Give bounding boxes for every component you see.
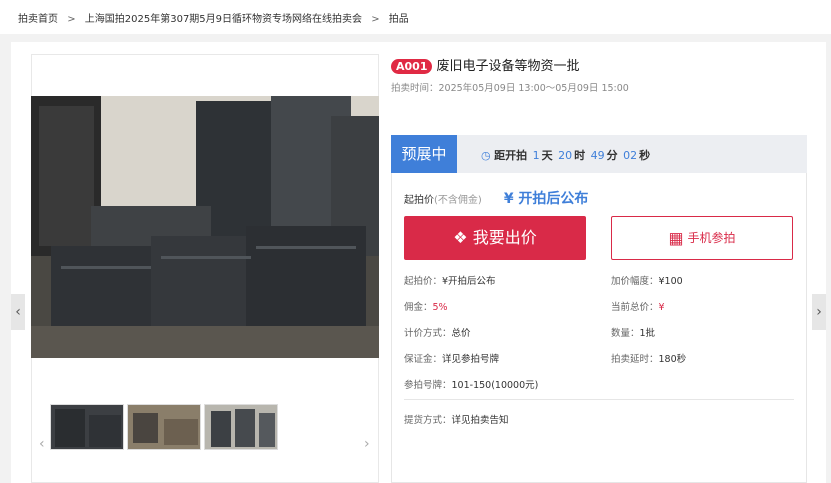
detail-commission: 佣金：5% — [404, 299, 448, 313]
detail-increment: 加价幅度：¥100 — [611, 273, 683, 287]
clock-icon: ◷ — [481, 149, 491, 162]
detail-value: 5% — [432, 302, 448, 313]
detail-key: 数量： — [611, 328, 640, 339]
breadcrumb-separator: > — [67, 14, 76, 25]
detail-value: 总价 — [451, 328, 471, 339]
detail-value: ¥开拍后公布 — [442, 276, 496, 287]
minutes-unit: 分 — [606, 149, 618, 162]
lot-number-badge: A001 — [391, 59, 433, 74]
detail-key: 起拍价： — [404, 276, 443, 287]
detail-key: 拍卖延时： — [611, 354, 659, 365]
thumbnail-2[interactable] — [127, 404, 201, 450]
hammer-icon: ❖ — [453, 228, 468, 247]
thumb-prev-icon[interactable]: ‹ — [39, 436, 45, 452]
breadcrumb-home[interactable]: 拍卖首页 — [18, 14, 58, 25]
bid-button-label: 我要出价 — [472, 228, 537, 247]
countdown-days: 1 — [532, 149, 540, 162]
start-price-value: ¥ 开拍后公布 — [503, 191, 589, 207]
detail-delay: 拍卖延时：180秒 — [611, 351, 686, 365]
detail-key: 当前总价： — [611, 302, 659, 313]
detail-value: ¥ — [658, 302, 665, 313]
mobile-bid-button[interactable]: ▦ 手机参拍 — [611, 216, 793, 260]
detail-value: 详见参拍号牌 — [442, 354, 500, 365]
countdown: ◷ 距开拍 1天 20 时 49 分 02 秒 — [481, 147, 650, 163]
detail-key: 佣金： — [404, 302, 433, 313]
start-price-label: 起拍价 — [404, 195, 434, 206]
detail-value: 1批 — [639, 328, 656, 339]
detail-value: 180秒 — [658, 354, 687, 365]
detail-start-price: 起拍价：¥开拍后公布 — [404, 273, 496, 287]
thumb-next-icon[interactable]: › — [364, 436, 370, 452]
breadcrumb-separator: > — [371, 14, 380, 25]
auction-time: 拍卖时间：2025年05月09日 13:00～05月09日 15:00 — [391, 83, 629, 94]
main-photo[interactable] — [31, 96, 379, 358]
detail-key: 参拍号牌： — [404, 380, 452, 391]
detail-pricing-method: 计价方式：总价 — [404, 325, 471, 339]
breadcrumb: 拍卖首页 > 上海国拍2025年第307期5月9日循环物资专场网络在线拍卖会 >… — [0, 0, 831, 34]
seconds-unit: 秒 — [639, 149, 651, 162]
hours-unit: 时 — [574, 149, 586, 162]
thumbnail-strip — [31, 404, 379, 454]
detail-value: 详见拍卖告知 — [451, 415, 509, 426]
breadcrumb-current: 拍品 — [388, 14, 409, 25]
detail-pickup: 提货方式：详见拍卖告知 — [404, 412, 509, 426]
detail-paddle: 参拍号牌：101-150(10000元) — [404, 377, 538, 391]
detail-key: 计价方式： — [404, 328, 452, 339]
lot-title: A001 废旧电子设备等物资一批 — [391, 55, 580, 74]
bid-button[interactable]: ❖ 我要出价 — [404, 216, 586, 260]
detail-value: ¥100 — [658, 276, 683, 287]
divider — [404, 399, 794, 400]
days-unit: 天 — [541, 149, 553, 162]
detail-value: 101-150(10000元) — [451, 380, 539, 391]
status-tag: 预展中 — [391, 135, 457, 173]
thumbnail-3[interactable] — [204, 404, 278, 450]
breadcrumb-auction[interactable]: 上海国拍2025年第307期5月9日循环物资专场网络在线拍卖会 — [85, 14, 362, 25]
status-bar: 预展中 ◷ 距开拍 1天 20 时 49 分 02 秒 — [391, 135, 807, 173]
detail-deposit: 保证金：详见参拍号牌 — [404, 351, 499, 365]
next-lot-button[interactable]: › — [812, 294, 826, 330]
start-price-sublabel: (不含佣金) — [434, 195, 482, 206]
countdown-hours: 20 — [558, 149, 573, 162]
detail-key: 保证金： — [404, 354, 443, 365]
prev-lot-button[interactable]: ‹ — [11, 294, 25, 330]
detail-quantity: 数量：1批 — [611, 325, 655, 339]
countdown-minutes: 49 — [590, 149, 605, 162]
detail-current-total: 当前总价：¥ — [611, 299, 665, 313]
detail-key: 提货方式： — [404, 415, 452, 426]
start-price-row: 起拍价(不含佣金) ¥ 开拍后公布 — [404, 188, 588, 208]
detail-key: 加价幅度： — [611, 276, 659, 287]
thumbnail-1[interactable] — [50, 404, 124, 450]
qr-code-icon: ▦ — [668, 228, 684, 248]
mobile-bid-label: 手机参拍 — [687, 231, 736, 245]
countdown-seconds: 02 — [623, 149, 638, 162]
countdown-label: 距开拍 — [494, 149, 528, 162]
lot-title-text: 废旧电子设备等物资一批 — [436, 59, 580, 74]
